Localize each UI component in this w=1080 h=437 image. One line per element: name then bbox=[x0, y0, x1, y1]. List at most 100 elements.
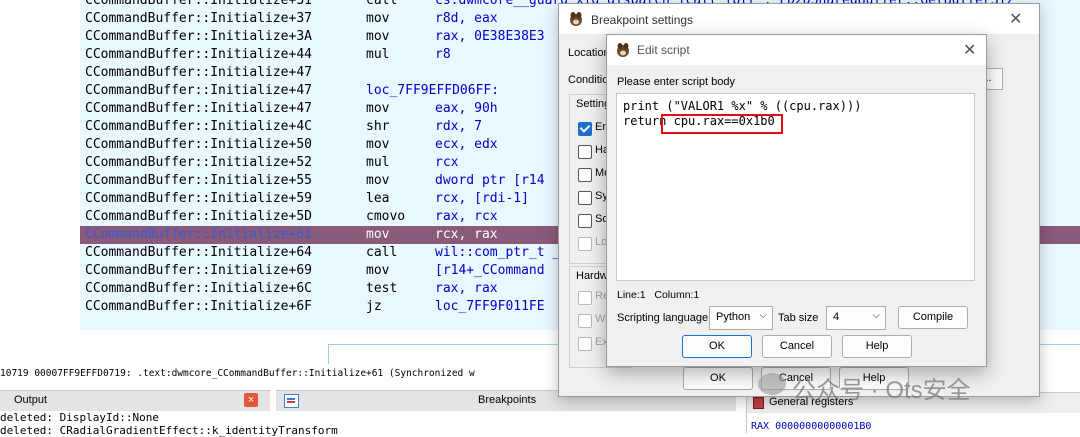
disasm-operand: eax, 90h bbox=[435, 101, 498, 116]
disasm-address: CCommandBuffer::Initialize+47 bbox=[85, 83, 312, 98]
output-log[interactable]: deleted: DisplayId::None deleted: CRadia… bbox=[0, 411, 560, 437]
hardware-checkbox bbox=[578, 314, 592, 328]
dialog-titlebar[interactable]: Breakpoint settings ✕ bbox=[559, 4, 1039, 34]
disasm-mnemonic: mov bbox=[366, 11, 390, 26]
disasm-operand: r8d, eax bbox=[435, 11, 498, 26]
disasm-mnemonic: mov bbox=[366, 173, 390, 188]
disasm-mnemonic: call bbox=[366, 245, 398, 260]
line-indicator: Line:1 bbox=[617, 289, 646, 301]
disasm-label: loc_7FF9EFFD06FF: bbox=[366, 83, 500, 98]
register-rax[interactable]: RAX 00000000000001B0 bbox=[751, 421, 871, 432]
disasm-address: CCommandBuffer::Initialize+44 bbox=[85, 47, 312, 62]
language-select[interactable]: Python ⌵ bbox=[709, 306, 773, 330]
tab-size-select[interactable]: 4 ⌵ bbox=[826, 306, 886, 330]
disasm-address: CCommandBuffer::Initialize+55 bbox=[85, 173, 312, 188]
highlight-box bbox=[661, 114, 783, 134]
hardware-checkbox bbox=[578, 291, 592, 305]
disasm-address: CCommandBuffer::Initialize+6F bbox=[85, 299, 312, 314]
wechat-icon bbox=[758, 373, 786, 395]
disasm-operand: ecx, edx bbox=[435, 137, 498, 152]
hardware-group-label: Hardw bbox=[576, 270, 608, 282]
tab-size-value: 4 bbox=[833, 311, 840, 323]
setting-checkbox[interactable] bbox=[578, 122, 592, 136]
disasm-address: CCommandBuffer::Initialize+3A bbox=[85, 29, 312, 44]
output-line: deleted: CRadialGradientEffect::k_identi… bbox=[0, 424, 338, 437]
disasm-mnemonic: mul bbox=[366, 155, 390, 170]
code-line-1: print ("VALOR1 %x" % ((cpu.rax))) bbox=[623, 99, 862, 113]
close-icon[interactable]: × bbox=[244, 393, 258, 407]
disasm-address: CCommandBuffer::Initialize+52 bbox=[85, 155, 312, 170]
compile-button[interactable]: Compile bbox=[898, 306, 968, 329]
hardware-checkbox bbox=[578, 337, 592, 351]
disasm-mnemonic: mov bbox=[366, 263, 390, 278]
disasm-address: CCommandBuffer::Initialize+47 bbox=[85, 65, 312, 80]
column-indicator: Column:1 bbox=[654, 289, 700, 301]
disasm-address: CCommandBuffer::Initialize+47 bbox=[85, 101, 312, 116]
ida-app-icon bbox=[570, 12, 582, 26]
setting-checkbox[interactable] bbox=[578, 168, 592, 182]
ida-app-icon bbox=[617, 43, 629, 57]
ok-button[interactable]: OK bbox=[682, 335, 752, 358]
disasm-operand: rcx bbox=[435, 155, 459, 170]
disasm-operand: dword ptr [r14 bbox=[435, 173, 545, 188]
help-button[interactable]: Help bbox=[842, 335, 912, 358]
sync-status-line: 10719 00007FF9EFFD0719: .text:dwmcore_CC… bbox=[0, 368, 475, 379]
disasm-address: CCommandBuffer::Initialize+31 bbox=[85, 0, 312, 8]
disasm-address: CCommandBuffer::Initialize+37 bbox=[85, 11, 312, 26]
disasm-mnemonic: cmovo bbox=[366, 209, 406, 224]
chevron-down-icon: ⌵ bbox=[759, 310, 767, 321]
registers-panel[interactable]: RAX 00000000000001B0 bbox=[746, 413, 1080, 433]
disasm-address: CCommandBuffer::Initialize+69 bbox=[85, 263, 312, 278]
setting-checkbox bbox=[578, 237, 592, 251]
edit-script-dialog: Edit script ✕ Please enter script body p… bbox=[606, 34, 987, 367]
registers-icon bbox=[753, 397, 764, 409]
disasm-mnemonic: mov bbox=[366, 101, 390, 116]
disasm-mnemonic: jz bbox=[366, 299, 382, 314]
output-line: deleted: DisplayId::None bbox=[0, 411, 159, 424]
disasm-address: CCommandBuffer::Initialize+5D bbox=[85, 209, 312, 224]
ok-button[interactable]: OK bbox=[683, 367, 753, 390]
cancel-button[interactable]: Cancel bbox=[762, 335, 832, 358]
script-editor[interactable]: print ("VALOR1 %x" % ((cpu.rax))) return… bbox=[616, 93, 975, 281]
language-label: Scripting language bbox=[617, 312, 709, 324]
disasm-address: CCommandBuffer::Initialize+6C bbox=[85, 281, 312, 296]
disasm-address: CCommandBuffer::Initialize+4C bbox=[85, 119, 312, 134]
setting-checkbox[interactable] bbox=[578, 214, 592, 228]
disasm-mnemonic: lea bbox=[366, 191, 390, 206]
list-icon bbox=[284, 394, 299, 408]
setting-checkbox[interactable] bbox=[578, 145, 592, 159]
disasm-operand: rax, rcx bbox=[435, 209, 498, 224]
dialog-titlebar[interactable]: Edit script ✕ bbox=[607, 35, 986, 65]
setting-checkbox[interactable] bbox=[578, 191, 592, 205]
disasm-operand: rax, 0E38E38E3 bbox=[435, 29, 545, 44]
disasm-operand: rcx, rax bbox=[435, 227, 498, 242]
disasm-address: CCommandBuffer::Initialize+61 bbox=[85, 227, 312, 242]
disasm-address: CCommandBuffer::Initialize+64 bbox=[85, 245, 312, 260]
location-label: Location bbox=[568, 47, 610, 59]
dialog-title: Breakpoint settings bbox=[591, 13, 694, 27]
disasm-operand: rcx, [rdi-1] bbox=[435, 191, 529, 206]
language-value: Python bbox=[716, 311, 751, 323]
disasm-operand: r8 bbox=[435, 47, 451, 62]
disasm-operand: [r14+_CCommand bbox=[435, 263, 545, 278]
script-prompt-label: Please enter script body bbox=[617, 76, 736, 88]
disasm-mnemonic: shr bbox=[366, 119, 390, 134]
output-panel-header[interactable]: Output × bbox=[0, 390, 270, 411]
dialog-title: Edit script bbox=[637, 43, 690, 57]
chevron-down-icon: ⌵ bbox=[872, 310, 880, 321]
listing-border-vertical bbox=[328, 344, 329, 364]
disasm-mnemonic: mov bbox=[366, 227, 390, 242]
disasm-mnemonic: test bbox=[366, 281, 398, 296]
disasm-mnemonic: mov bbox=[366, 29, 390, 44]
tab-size-label: Tab size bbox=[778, 312, 819, 324]
disasm-operand: rdx, 7 bbox=[435, 119, 482, 134]
return-keyword: return bbox=[623, 114, 667, 128]
close-icon[interactable]: ✕ bbox=[1009, 9, 1022, 29]
cursor-position: Line:1 Column:1 bbox=[617, 289, 699, 301]
breakpoints-title: Breakpoints bbox=[478, 394, 537, 406]
disasm-mnemonic: mov bbox=[366, 137, 390, 152]
disasm-mnemonic: mul bbox=[366, 47, 390, 62]
watermark-text: 公众号 · Ots安全 bbox=[792, 377, 971, 404]
disasm-address: CCommandBuffer::Initialize+50 bbox=[85, 137, 312, 152]
close-icon[interactable]: ✕ bbox=[963, 40, 976, 60]
